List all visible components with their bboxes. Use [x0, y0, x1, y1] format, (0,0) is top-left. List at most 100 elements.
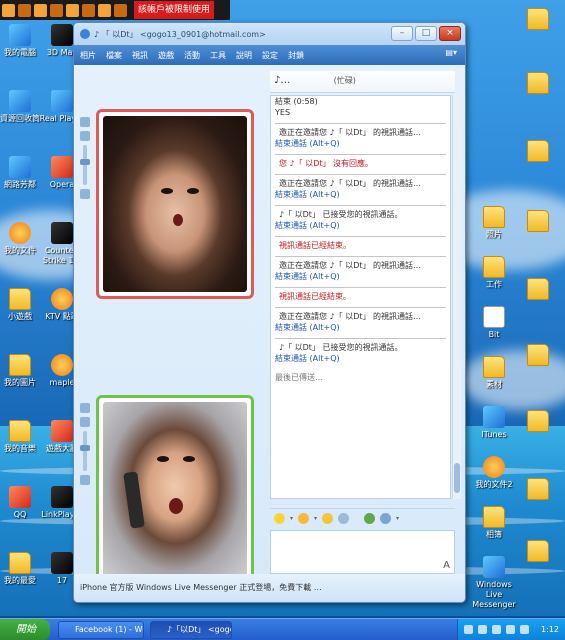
video-pane	[74, 65, 264, 585]
tray-icon[interactable]	[492, 625, 501, 634]
desktop-icon[interactable]	[512, 540, 564, 564]
desktop-icon[interactable]	[512, 344, 564, 368]
desktop-icon[interactable]	[512, 8, 564, 32]
folder-icon	[483, 406, 505, 428]
menu-item-tools[interactable]: 工具	[210, 50, 226, 61]
start-button[interactable]: 開始	[0, 619, 50, 640]
conversation-message: ♪「 以Dt」 已接受您的視訊通話。	[275, 205, 446, 220]
desktop-icon[interactable]	[512, 278, 564, 302]
speaker-icon[interactable]	[80, 417, 90, 427]
toolbar-icon[interactable]	[98, 3, 111, 17]
close-button[interactable]: ×	[439, 26, 461, 41]
conversation-history[interactable]: 結束 (0:58) YES 邀正在邀請您 ♪「 以Dt」 的視訊通話… 結束通話 (A…	[270, 95, 451, 499]
tray-icon[interactable]	[520, 625, 529, 634]
desktop-icon-label: Windows Live Messenger	[472, 580, 516, 609]
documents-icon	[9, 222, 31, 244]
font-size-icon[interactable]: A	[443, 560, 450, 571]
qq-icon	[9, 486, 31, 508]
conversation-message[interactable]: 結束通話 (Alt+Q)	[271, 353, 450, 364]
emoticon-icon[interactable]	[274, 513, 285, 524]
warning-banner[interactable]: 該帳戶被限制使用	[134, 1, 215, 19]
toolbar-icon[interactable]	[2, 3, 15, 17]
contact-webcam-image	[103, 116, 247, 292]
toolbar-icon[interactable]	[50, 3, 63, 17]
desktop-icon-label: 相簿	[486, 530, 502, 539]
menu-more-icon[interactable]: ▤▾	[445, 48, 457, 57]
menu-item-activities[interactable]: 活動	[184, 50, 200, 61]
end-call-link[interactable]: 結束通話 (Alt+Q)	[275, 323, 340, 332]
desktop-icon[interactable]	[512, 410, 564, 434]
toolbar-icon[interactable]	[66, 3, 79, 17]
maximize-button[interactable]: □	[415, 26, 437, 41]
minimize-button[interactable]: –	[391, 26, 413, 41]
desktop-icon-label: Bit	[488, 330, 500, 339]
folder-icon	[527, 410, 549, 432]
window-titlebar[interactable]: ♪ 「 以Dt」 <gogo13_0901@hotmail.com> – □ ×	[74, 23, 465, 45]
desktop-icon[interactable]: Bit	[468, 306, 520, 340]
conversation-message[interactable]: 結束通話 (Alt+Q)	[271, 220, 450, 231]
volume-slider[interactable]	[80, 431, 90, 471]
conversation-message[interactable]: 結束通話 (Alt+Q)	[271, 322, 450, 333]
folder-icon	[527, 8, 549, 30]
voice-clip-icon[interactable]	[338, 513, 350, 524]
messenger-logo-icon	[80, 29, 90, 39]
toolbar-icon[interactable]	[114, 3, 127, 17]
folder-icon	[527, 72, 549, 94]
volume-slider[interactable]	[80, 145, 90, 185]
end-call-link[interactable]: 結束通話 (Alt+Q)	[275, 272, 340, 281]
webcam-icon[interactable]	[80, 403, 90, 413]
menu-item-video[interactable]: 視訊	[132, 50, 148, 61]
conversation-scrollbar[interactable]	[452, 95, 461, 499]
toolbar-icon[interactable]	[82, 3, 95, 17]
toolbar-icon[interactable]	[18, 3, 31, 17]
speaker-icon[interactable]	[80, 131, 90, 141]
conversation-message[interactable]: 結束通話 (Alt+Q)	[271, 271, 450, 282]
tray-icon[interactable]	[464, 625, 473, 634]
background-icon[interactable]	[380, 513, 392, 524]
app-icon	[51, 156, 73, 178]
computer-icon	[9, 24, 31, 46]
mic-icon[interactable]	[80, 475, 90, 485]
menu-item-help[interactable]: 說明	[236, 50, 252, 61]
wink-icon[interactable]	[298, 513, 310, 524]
desktop-icon[interactable]	[512, 72, 564, 96]
end-call-link[interactable]: 結束通話 (Alt+Q)	[275, 221, 340, 230]
clock[interactable]: 1:12	[541, 625, 559, 634]
menu-item-games[interactable]: 遊戲	[158, 50, 174, 61]
tray-icon[interactable]	[478, 625, 487, 634]
game-icon	[51, 420, 73, 442]
menu-item-settings[interactable]: 設定	[262, 50, 278, 61]
desktop-icon-label: 素材	[486, 380, 502, 389]
menu-item-files[interactable]: 檔案	[106, 50, 122, 61]
folder-icon	[9, 420, 31, 442]
contact-name[interactable]: ♪…	[274, 75, 290, 86]
menu-item-block[interactable]: 封鎖	[288, 50, 304, 61]
font-icon[interactable]	[364, 513, 376, 524]
folder-icon	[483, 356, 505, 378]
conversation-message: YES	[275, 108, 291, 117]
nudge-icon[interactable]	[322, 513, 334, 524]
end-call-link[interactable]: 結束通話 (Alt+Q)	[275, 190, 340, 199]
webcam-icon[interactable]	[80, 117, 90, 127]
conversation-message[interactable]: 結束通話 (Alt+Q)	[271, 138, 450, 149]
desktop-icon[interactable]	[512, 210, 564, 234]
desktop-icon[interactable]: Windows Live Messenger	[468, 556, 520, 610]
contact-header: ♪… (忙碌)	[270, 71, 455, 93]
mic-icon[interactable]	[80, 189, 90, 199]
task-messenger[interactable]: ♪「以Dt」 <gogo13…	[150, 621, 232, 639]
tray-icon[interactable]	[506, 625, 515, 634]
menu-item-photos[interactable]: 相片	[80, 50, 96, 61]
desktop-icon[interactable]: 相簿	[468, 506, 520, 540]
task-facebook[interactable]: Facebook (1) - Windo…	[58, 621, 144, 639]
conversation-message[interactable]: 結束通話 (Alt+Q)	[271, 189, 450, 200]
end-call-link[interactable]: 結束通話 (Alt+Q)	[275, 354, 340, 363]
desktop-icon[interactable]	[512, 140, 564, 164]
app-icon	[51, 24, 73, 46]
menu-bar: 相片 檔案 視訊 遊戲 活動 工具 說明 設定 封鎖 ▤▾	[74, 45, 465, 65]
message-input[interactable]: A	[270, 530, 455, 574]
conversation-message: ♪「 以Dt」 已接受您的視訊通話。	[275, 338, 446, 353]
ad-footer[interactable]: iPhone 官方版 Windows Live Messenger 正式登場，免…	[74, 574, 465, 602]
end-call-link[interactable]: 結束通話 (Alt+Q)	[275, 139, 340, 148]
toolbar-icon[interactable]	[34, 3, 47, 17]
desktop-icon[interactable]	[512, 478, 564, 502]
